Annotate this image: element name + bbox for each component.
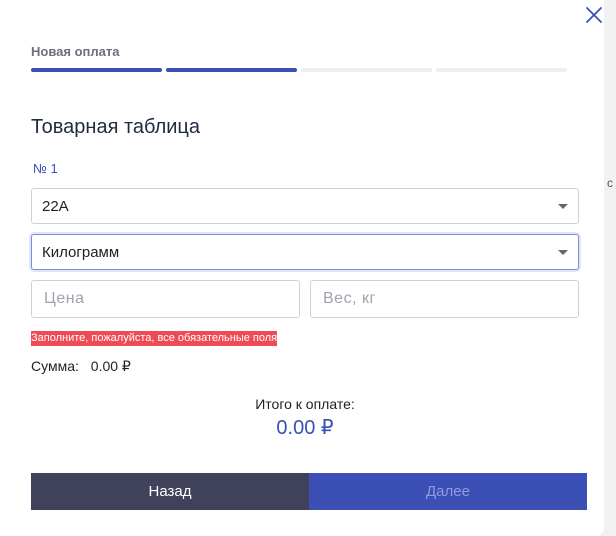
total-value: 0.00 ₽ [276,417,334,439]
progress-step-3 [301,68,432,72]
back-button[interactable]: Назад [31,473,309,510]
unit-select[interactable]: Килограмм [31,234,579,270]
validation-error: Заполните, пожалуйста, все обязательные … [31,331,278,346]
section-title: Товарная таблица [31,116,201,138]
progress-step-4 [436,68,567,72]
price-field[interactable] [31,280,300,318]
close-icon [586,7,602,23]
product-select[interactable]: 22A [31,188,579,224]
price-input[interactable] [42,289,299,309]
payment-modal: Новая оплата Товарная таблица № 1 22A Ки… [0,0,604,536]
close-button[interactable] [583,4,605,26]
chevron-down-icon [558,250,568,255]
progress-step-2 [166,68,297,72]
progress-step-1 [31,68,162,72]
sum-label: Сумма: [31,358,79,374]
step-title: Новая оплата [31,44,120,59]
weight-input[interactable] [321,289,578,309]
weight-field[interactable] [310,280,579,318]
background-text-fragment: с [607,176,613,190]
total-label: Итого к оплате: [255,396,355,412]
step-progress [31,68,567,72]
sum-row: Сумма: 0.00 ₽ [31,358,131,375]
sum-value: 0.00 ₽ [90,358,131,374]
unit-select-value: Килограмм [42,243,120,261]
item-number: № 1 [33,161,58,176]
next-button[interactable]: Далее [309,473,587,510]
chevron-down-icon [558,204,568,209]
product-select-value: 22A [42,197,69,215]
